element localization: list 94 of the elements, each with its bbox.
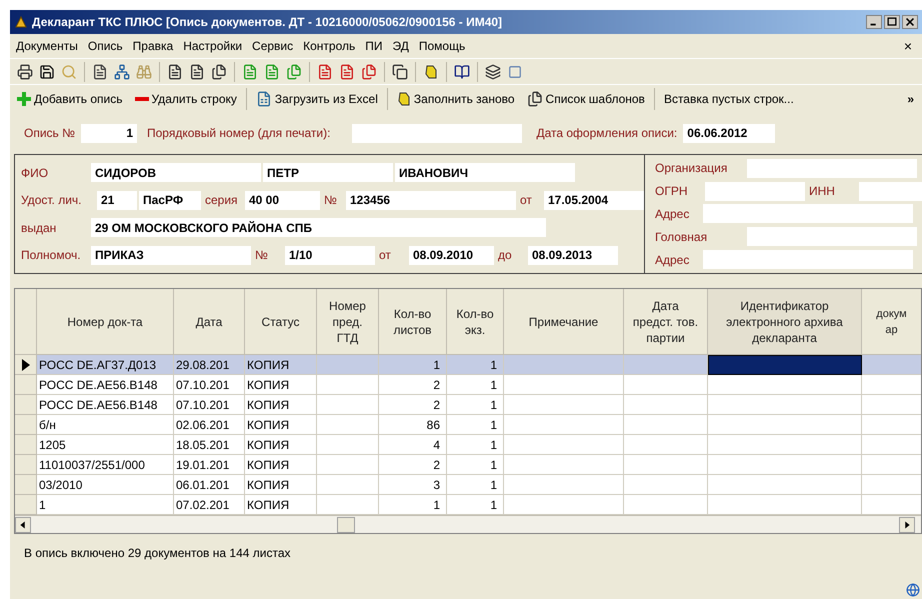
toolbar-button[interactable]: Удалить строку <box>132 86 240 110</box>
menu-item[interactable]: Документы <box>16 37 78 55</box>
documents-icon <box>286 64 302 80</box>
document-icon <box>317 64 333 80</box>
layers-icon <box>485 64 501 80</box>
field-label: № <box>323 192 338 210</box>
input-field[interactable]: ПЕТР <box>263 163 393 182</box>
field-label: Дата оформления описи: <box>536 125 678 142</box>
save-icon <box>39 64 55 80</box>
field-label: Порядковый номер (для печати): <box>147 125 330 142</box>
document-icon <box>264 64 280 80</box>
menu-item[interactable]: ПИ <box>365 37 383 55</box>
window-title: Декларант ТКС ПЛЮС [Опись документов. ДТ - 10216000/05062/0900156 - ИМ40] <box>32 14 502 31</box>
print-icon <box>17 64 33 80</box>
horizontal-scrollbar[interactable] <box>15 515 921 533</box>
scroll-left-icon[interactable] <box>15 516 31 532</box>
toolbar-button[interactable]: Заполнить заново <box>394 86 518 110</box>
toolbar-button[interactable]: Добавить опись <box>14 86 126 110</box>
input-field[interactable]: 1 <box>81 124 137 142</box>
scroll-right-icon[interactable] <box>899 516 915 532</box>
input-field[interactable] <box>747 227 917 246</box>
menu-item[interactable]: Опись <box>88 37 123 55</box>
input-field[interactable]: 1/10 <box>285 246 375 265</box>
toolbar-button[interactable]: Список шаблонов <box>524 86 648 110</box>
field-label: № <box>254 247 269 264</box>
close-icon[interactable] <box>902 15 918 29</box>
input-field[interactable]: ИВАНОВИЧ <box>395 163 575 182</box>
row-header[interactable] <box>15 355 37 375</box>
input-field[interactable] <box>705 182 805 201</box>
field-label: Адрес <box>654 206 690 223</box>
book-icon <box>454 64 470 80</box>
field-label: ИНН <box>808 183 836 200</box>
field-label: ФИО <box>20 164 50 182</box>
input-field[interactable]: 08.09.2010 <box>409 246 494 265</box>
input-field[interactable]: СИДОРОВ <box>91 163 261 182</box>
input-field[interactable] <box>747 158 917 178</box>
column-header[interactable]: Идентификатор электронного архива декларанта <box>708 289 862 355</box>
copy-icon <box>392 64 408 80</box>
minus-icon <box>134 96 148 100</box>
document-icon <box>339 64 355 80</box>
menu-item[interactable]: Контроль <box>303 37 356 55</box>
document-icon <box>92 64 108 80</box>
spreadsheet-icon <box>256 90 272 106</box>
more-button[interactable]: » <box>907 90 918 108</box>
plus-icon <box>17 92 31 106</box>
menu-item[interactable]: Правка <box>132 37 174 55</box>
toolbar-button[interactable]: Загрузить из Excel <box>252 86 381 110</box>
input-field[interactable]: ПРИКАЗ <box>91 246 251 265</box>
row-pointer-icon <box>22 358 30 370</box>
field-label: серия <box>204 192 239 210</box>
field-label: Организация <box>654 160 728 178</box>
menu-item[interactable]: ЭД <box>392 37 409 55</box>
globe-icon <box>906 583 920 597</box>
binoculars-icon <box>136 64 152 80</box>
menu-item[interactable]: Помощь <box>418 37 466 55</box>
field-label: Головная <box>654 228 708 246</box>
input-field[interactable] <box>703 250 913 270</box>
input-field[interactable]: 08.09.2013 <box>528 246 618 265</box>
document-icon <box>189 64 205 80</box>
close-document-button[interactable]: × <box>904 36 916 56</box>
menu-item[interactable]: Сервис <box>252 37 294 55</box>
input-field[interactable]: 123456 <box>346 190 516 210</box>
field-label: Удост. лич. <box>20 192 82 210</box>
field-label: Полномоч. <box>20 247 82 264</box>
field-label: Адрес <box>654 252 690 269</box>
menu-item[interactable]: Настройки <box>183 37 242 55</box>
status-text: В опись включено 29 документов на 144 листах <box>24 546 290 560</box>
scrollbar-thumb[interactable] <box>337 516 355 532</box>
search-icon <box>61 64 77 80</box>
field-label: выдан <box>20 220 58 237</box>
maximize-icon[interactable] <box>884 15 900 29</box>
documents-icon <box>211 64 227 80</box>
input-field[interactable] <box>703 204 913 224</box>
toolbar-button[interactable]: Вставка пустых строк... <box>660 86 797 110</box>
documents-icon <box>361 64 377 80</box>
documents-icon <box>526 90 543 106</box>
document-icon <box>167 64 183 80</box>
input-field[interactable]: 40 00 <box>245 190 320 210</box>
input-field[interactable]: 17.05.2004 <box>544 190 644 210</box>
document-icon <box>242 64 258 80</box>
field-label: до <box>497 247 513 264</box>
input-field[interactable] <box>352 124 522 142</box>
field-label: ОГРН <box>654 183 689 200</box>
input-field[interactable]: 21 <box>97 190 137 210</box>
window-icon <box>508 64 522 78</box>
input-field[interactable]: 29 ОМ МОСКОВСКОГО РАЙОНА СПБ <box>91 218 546 238</box>
network-icon <box>114 64 130 80</box>
input-field[interactable]: 06.06.2012 <box>683 124 776 142</box>
input-field[interactable]: ПасРФ <box>139 190 201 210</box>
field-label: от <box>519 192 533 210</box>
minimize-icon[interactable] <box>866 15 882 29</box>
app-icon <box>14 15 28 29</box>
field-label: Опись № <box>24 125 75 142</box>
field-label: от <box>378 247 392 264</box>
